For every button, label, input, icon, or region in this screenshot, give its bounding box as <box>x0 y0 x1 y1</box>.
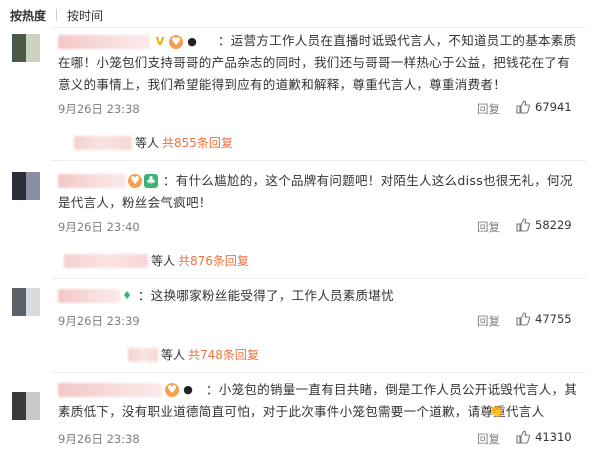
sort-by-hot-tab[interactable]: 按热度 <box>10 7 46 24</box>
like-button[interactable]: 41310 <box>516 430 572 444</box>
sub-reply-link[interactable]: 共876条回复 <box>178 252 249 269</box>
avatar[interactable] <box>12 34 40 62</box>
reply-button[interactable]: 回复 <box>477 101 500 117</box>
like-count: 47755 <box>535 312 572 326</box>
avatar[interactable] <box>12 172 40 200</box>
sub-reply-avatars <box>128 347 158 362</box>
like-count: 41310 <box>535 430 572 444</box>
divider <box>52 372 587 373</box>
like-button[interactable]: 58229 <box>516 218 572 232</box>
sub-reply-row[interactable]: 等人 共748条回复 <box>128 346 259 363</box>
sub-reply-prefix: 等人 <box>151 254 176 268</box>
divider <box>52 160 587 161</box>
like-button[interactable]: 67941 <box>516 100 572 114</box>
divider <box>52 278 587 279</box>
comment-text: ：运营方工作人员在直播时诋毁代言人，不知道员工的基本素质在哪！小笼包们支持哥哥的… <box>58 33 577 92</box>
comment-date: 9月26日 23:40 <box>58 220 140 234</box>
comment-text: ：这换哪家粉丝能受得了，工作人员素质堪忧 <box>138 288 395 303</box>
sub-reply-link[interactable]: 共748条回复 <box>188 346 259 363</box>
thumbs-up-icon <box>516 218 530 232</box>
avatar[interactable] <box>12 392 40 420</box>
sort-bar: 按热度 按时间 <box>10 5 103 25</box>
like-count: 67941 <box>535 100 572 114</box>
avatar[interactable] <box>12 288 40 316</box>
sub-reply-prefix: 等人 <box>161 348 186 362</box>
sub-reply-row[interactable]: 等人 共855条回复 <box>74 134 233 151</box>
thumbs-up-icon <box>516 430 530 444</box>
like-count: 58229 <box>535 218 572 232</box>
thumbs-up-icon <box>516 312 530 326</box>
reply-button[interactable]: 回复 <box>477 431 500 447</box>
comment-date: 9月26日 23:38 <box>58 102 140 116</box>
sub-reply-link[interactable]: 共855条回复 <box>162 134 233 151</box>
reply-button[interactable]: 回复 <box>477 219 500 235</box>
thumbs-up-icon <box>516 100 530 114</box>
comment-date: 9月26日 23:39 <box>58 314 140 328</box>
sub-reply-avatars <box>64 253 148 268</box>
like-button[interactable]: 47755 <box>516 312 572 326</box>
sub-reply-row[interactable]: 等人 共876条回复 <box>64 252 249 269</box>
comment-text: ：有什么尴尬的，这个品牌有问题吧！对陌生人这么diss也很无礼，何况是代言人，粉… <box>58 173 573 210</box>
comment-date: 9月26日 23:38 <box>58 432 140 446</box>
clapping-hands-icon: 👏 <box>489 404 504 418</box>
reply-button[interactable]: 回复 <box>477 313 500 329</box>
sub-reply-avatars <box>74 135 132 150</box>
sub-reply-prefix: 等人 <box>135 136 160 150</box>
sort-by-time-tab[interactable]: 按时间 <box>67 7 103 24</box>
sort-divider <box>56 9 58 21</box>
divider <box>52 27 587 28</box>
